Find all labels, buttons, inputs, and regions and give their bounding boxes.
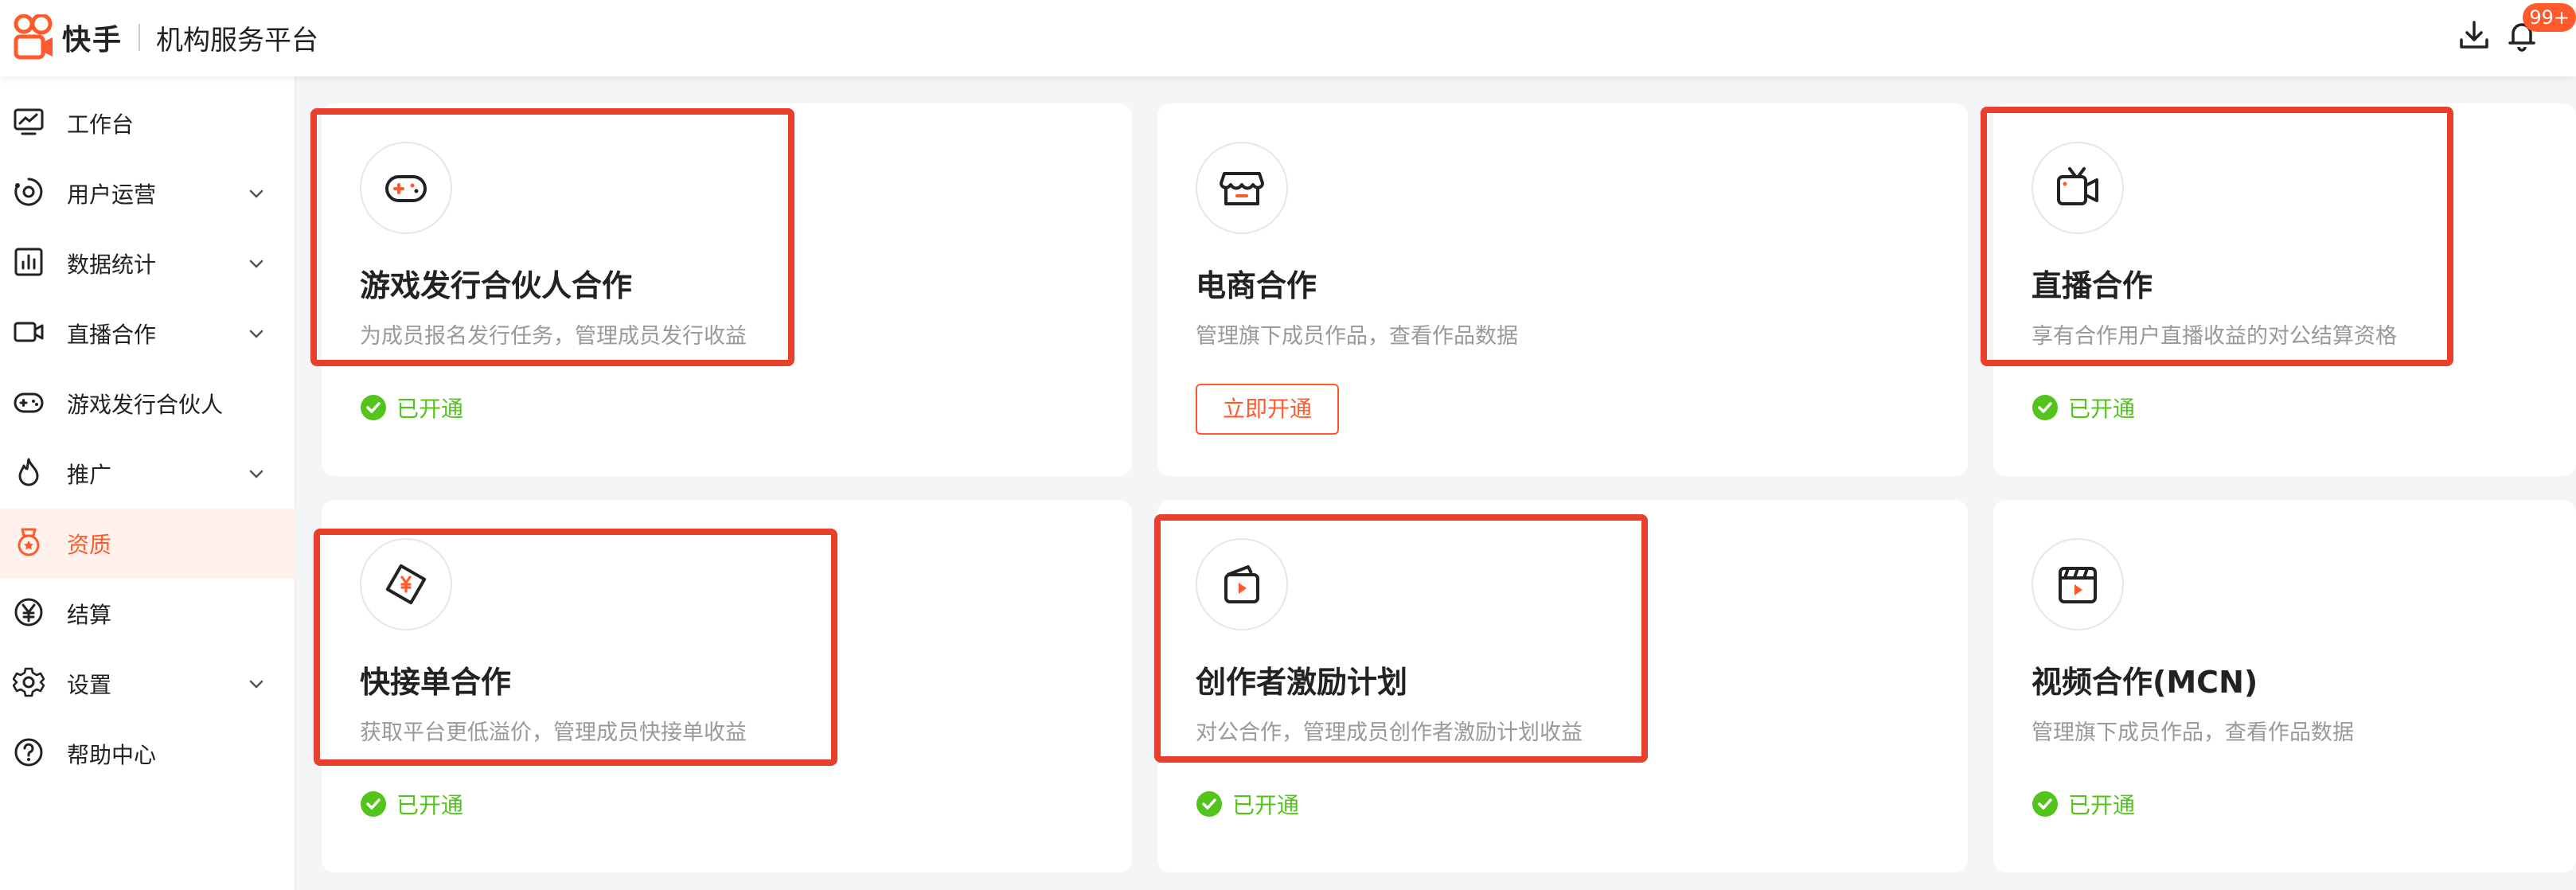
check-circle-icon — [361, 395, 386, 420]
sidebar-item-label: 数据统计 — [67, 252, 157, 278]
chevron-down-icon — [249, 680, 263, 689]
clapperboard-icon — [2059, 567, 2097, 603]
sidebar-item-label: 工作台 — [67, 111, 135, 138]
shop-icon — [1220, 172, 1264, 205]
notification-badge: 99+ — [2523, 3, 2576, 32]
sidebar-item-workbench[interactable]: 工作台 — [0, 88, 296, 158]
status-text: 已开通 — [396, 396, 464, 422]
sidebar-item-label: 推广 — [67, 462, 112, 488]
gear-icon — [13, 667, 45, 697]
check-circle-icon — [361, 791, 386, 817]
highlight-box — [314, 529, 837, 766]
highlight-box — [1981, 107, 2453, 366]
status-opened: 已开通 — [360, 788, 463, 820]
check-circle-icon — [2032, 395, 2058, 420]
yen-icon — [14, 598, 43, 627]
platform-name: 机构服务平台 — [156, 24, 319, 57]
sidebar-item-label: 直播合作 — [67, 322, 157, 348]
sidebar-item-label: 用户运营 — [67, 182, 157, 208]
status-opened: 已开通 — [1196, 788, 1299, 820]
card-icon-wrapper — [2032, 538, 2124, 630]
highlight-box — [310, 108, 794, 366]
card-video-mcn[interactable]: 视频合作(MCN) 管理旗下成员作品，查看作品数据 已开通 — [1993, 500, 2576, 872]
sidebar-item-label: 游戏发行合伙人 — [67, 392, 224, 418]
status-text: 已开通 — [2068, 792, 2136, 818]
dashboard-icon — [14, 108, 44, 135]
sidebar-item-qualification[interactable]: 资质 — [0, 509, 296, 579]
user-ops-icon — [14, 178, 43, 206]
chevron-down-icon — [249, 330, 263, 338]
sidebar-item-label: 资质 — [67, 532, 112, 558]
card-ecommerce[interactable]: 电商合作 管理旗下成员作品，查看作品数据 立即开通 — [1157, 103, 1968, 476]
help-icon — [14, 738, 43, 767]
status-text: 已开通 — [396, 792, 464, 818]
status-opened: 已开通 — [2032, 392, 2135, 424]
check-circle-icon — [2032, 791, 2058, 817]
card-title: 视频合作(MCN) — [2032, 665, 2258, 700]
sidebar: 工作台 用户运营 数据统计 直播合作 游戏发行合伙人 推广 资质 结算 设置 帮 — [0, 76, 296, 890]
flame-icon — [18, 458, 39, 486]
status-opened: 已开通 — [360, 392, 463, 424]
sidebar-item-game-partner[interactable]: 游戏发行合伙人 — [0, 369, 296, 439]
status-text: 已开通 — [2068, 396, 2136, 422]
sidebar-item-stats[interactable]: 数据统计 — [0, 228, 296, 299]
sidebar-item-live[interactable]: 直播合作 — [0, 299, 296, 369]
logo[interactable]: 快手 机构服务平台 — [13, 14, 318, 61]
video-camera-icon — [14, 322, 44, 342]
card-description: 管理旗下成员作品，查看作品数据 — [1196, 324, 1518, 349]
sidebar-item-settlement[interactable]: 结算 — [0, 579, 296, 649]
download-icon[interactable] — [2457, 18, 2492, 53]
badge-icon — [18, 528, 40, 556]
divider — [139, 24, 141, 51]
highlight-box — [1154, 514, 1648, 763]
card-icon-wrapper — [1196, 142, 1288, 234]
stats-icon — [14, 248, 43, 276]
kuaishou-logo-icon — [14, 14, 53, 60]
sidebar-item-label: 帮助中心 — [67, 742, 157, 768]
check-circle-icon — [1196, 791, 1222, 817]
sidebar-item-label: 设置 — [67, 672, 112, 698]
sidebar-item-help[interactable]: 帮助中心 — [0, 719, 296, 789]
brand-name: 快手 — [62, 24, 123, 57]
card-description: 管理旗下成员作品，查看作品数据 — [2032, 720, 2354, 745]
top-header: 快手 机构服务平台 99+ — [0, 0, 2576, 76]
chevron-down-icon — [249, 189, 263, 198]
card-title: 电商合作 — [1196, 268, 1317, 303]
sidebar-item-promotion[interactable]: 推广 — [0, 439, 296, 509]
chevron-down-icon — [249, 470, 263, 478]
sidebar-item-settings[interactable]: 设置 — [0, 649, 296, 719]
sidebar-item-user-ops[interactable]: 用户运营 — [0, 158, 296, 228]
sidebar-item-label: 结算 — [67, 602, 112, 628]
gamepad-icon — [14, 392, 44, 413]
activate-now-button[interactable]: 立即开通 — [1196, 384, 1339, 435]
status-opened: 已开通 — [2032, 788, 2135, 820]
chevron-down-icon — [249, 260, 263, 268]
status-text: 已开通 — [1232, 792, 1300, 818]
